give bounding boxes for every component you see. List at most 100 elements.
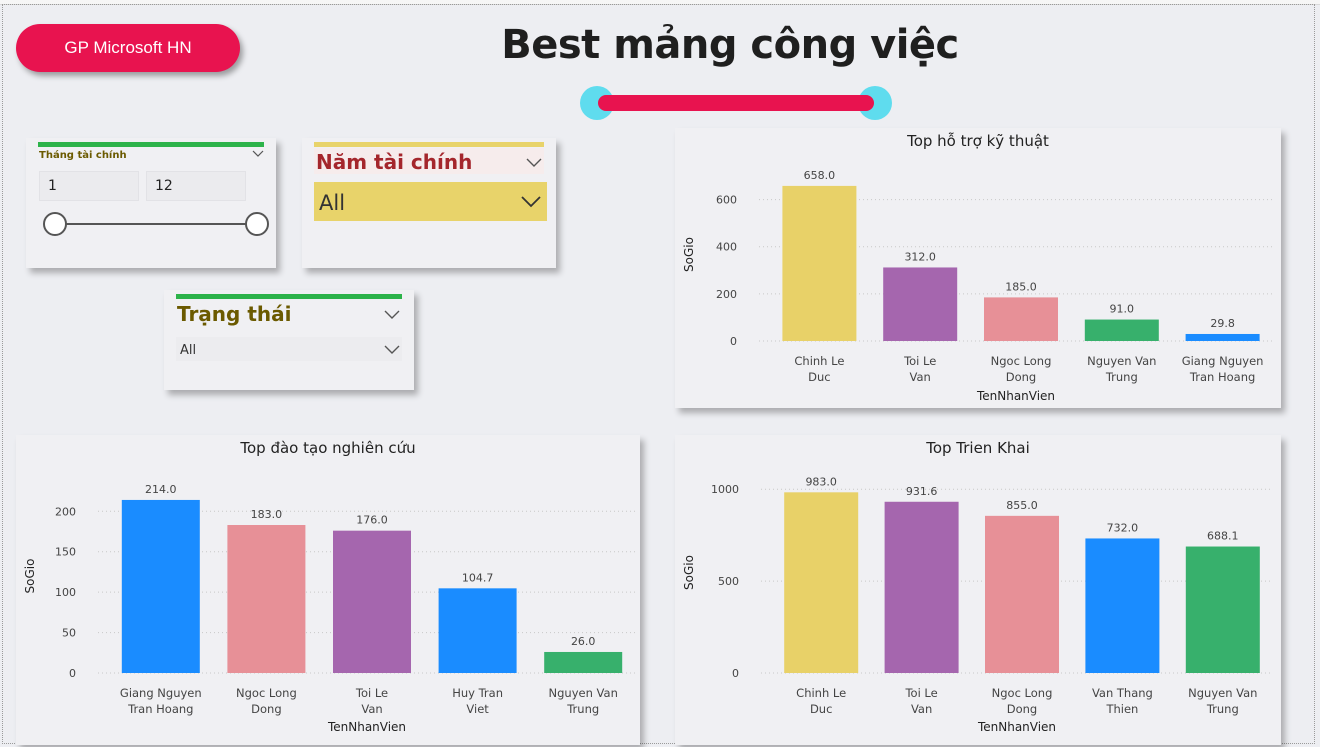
x-tick-label: Ngoc Long [991,354,1052,368]
x-tick-label: Ngoc Long [236,686,297,700]
x-tick-label: Trung [1206,702,1239,716]
x-tick-label: Viet [466,702,489,716]
x-tick-label: Nguyen Van [1188,686,1257,700]
y-tick-label: 200 [55,505,76,518]
bar-4[interactable] [1185,333,1260,341]
month-slider-start-handle[interactable] [43,212,67,236]
brand-button[interactable]: GP Microsoft HN [16,24,240,72]
x-tick-label: Toi Le [904,686,937,700]
year-dropdown[interactable] [314,182,547,221]
x-tick-label: Tran Hoang [127,702,193,716]
data-label: 658.0 [804,169,836,182]
status-slicer[interactable]: Trạng thái All [164,290,414,390]
y-tick-label: 0 [730,335,737,348]
page-title: Best mảng công việc [501,22,959,68]
x-tick-label: Dong [251,702,281,716]
x-tick-label: Dong [1006,370,1036,384]
data-label: 183.0 [251,508,283,521]
x-tick-label: Chinh Le [796,686,846,700]
y-tick-label: 0 [732,667,739,680]
bar-3[interactable] [1084,319,1159,341]
x-tick-label: Trung [1105,370,1138,384]
y-axis-label: SoGio [682,555,696,590]
y-tick-label: 400 [716,241,737,254]
x-tick-label: Giang Nguyen [1182,354,1264,368]
bar-3[interactable] [438,588,517,673]
x-tick-label: Trung [566,702,599,716]
bar-2[interactable] [985,515,1059,673]
year-slicer[interactable]: Năm tài chính All [302,138,556,268]
bar-4[interactable] [544,651,623,673]
title-decoration-bar [598,95,874,111]
y-axis-label: SoGio [23,559,37,594]
month-slicer-accent [38,142,264,147]
data-label: 91.0 [1110,303,1135,316]
bar-2[interactable] [333,530,411,673]
x-tick-label: Thien [1105,702,1138,716]
data-label: 983.0 [805,475,837,488]
month-to-input[interactable]: 12 [146,171,246,201]
x-axis-label: TenNhanVien [976,389,1055,403]
month-slicer-title: Tháng tài chính [39,150,127,161]
data-label: 732.0 [1107,521,1139,534]
x-tick-label: Nguyen Van [549,686,618,700]
chart-deploy-plot[interactable]: 0 500 1000 SoGio TenNhanVien 983.0 Chinh Le Duc… [675,435,1281,745]
bar-0[interactable] [784,492,859,673]
status-slicer-accent [176,294,402,299]
data-label: 214.0 [145,483,177,496]
bar-1[interactable] [884,501,959,673]
month-slider-end-handle[interactable] [245,212,269,236]
data-label: 312.0 [904,250,936,263]
data-label: 185.0 [1005,280,1037,293]
x-tick-label: Van [910,370,931,384]
x-tick-label: Duc [808,370,830,384]
x-tick-label: Van [911,702,932,716]
status-dropdown[interactable] [176,337,402,361]
y-tick-label: 1000 [711,483,739,496]
x-tick-label: Ngoc Long [992,686,1053,700]
x-tick-label: Nguyen Van [1087,354,1156,368]
data-label: 931.6 [906,485,938,498]
bar-1[interactable] [883,267,958,341]
month-slider-track[interactable] [54,223,258,225]
month-from-input[interactable]: 1 [39,171,139,201]
chevron-down-icon[interactable] [384,310,400,320]
bar-0[interactable] [782,185,857,341]
chart-support-plot[interactable]: 0 200 400 600 SoGio TenNhanVien 658.0 Chinh Le D… [675,128,1281,408]
data-label: 26.0 [571,635,596,648]
x-tick-label: Toi Le [355,686,388,700]
chart-support-card[interactable]: Top hỗ trợ kỹ thuật 0 200 400 600 SoGio TenNh… [675,128,1281,408]
x-tick-label: Van [361,702,382,716]
status-dropdown-value: All [180,343,197,358]
month-slicer[interactable]: Tháng tài chính 1 12 [26,138,276,268]
x-axis-label: TenNhanVien [327,720,406,734]
y-tick-label: 0 [69,667,76,680]
chart-training-plot[interactable]: 0 50 100 150 200 SoGio TenNhanVien 214.0 Giang N… [16,435,640,745]
x-tick-label: Dong [1007,702,1037,716]
y-tick-label: 600 [716,194,737,207]
chart-deploy-card[interactable]: Top Trien Khai 0 500 1000 SoGio TenNhanVien 9… [675,435,1281,745]
year-slicer-accent [314,142,544,147]
x-tick-label: Duc [810,702,832,716]
x-axis-label: TenNhanVien [977,720,1056,734]
chevron-down-icon[interactable] [521,196,541,208]
x-tick-label: Toi Le [903,354,936,368]
data-label: 104.7 [462,571,494,584]
x-tick-label: Giang Nguyen [120,686,202,700]
data-label: 855.0 [1006,499,1038,512]
y-axis-label: SoGio [682,237,696,272]
chevron-down-icon[interactable] [384,345,400,355]
bar-0[interactable] [121,499,200,673]
y-tick-label: 150 [55,546,76,559]
bar-2[interactable] [984,297,1058,341]
chevron-down-icon[interactable] [526,158,542,168]
y-tick-label: 100 [55,586,76,599]
bar-3[interactable] [1085,538,1160,673]
chevron-down-icon[interactable] [252,150,264,158]
bar-1[interactable] [227,525,306,673]
bar-4[interactable] [1185,546,1260,673]
data-label: 688.1 [1207,530,1239,543]
chart-training-card[interactable]: Top đào tạo nghiên cứu 0 50 100 150 200 SoGio… [16,435,640,745]
data-label: 29.8 [1210,317,1235,330]
x-tick-label: Tran Hoang [1189,370,1255,384]
